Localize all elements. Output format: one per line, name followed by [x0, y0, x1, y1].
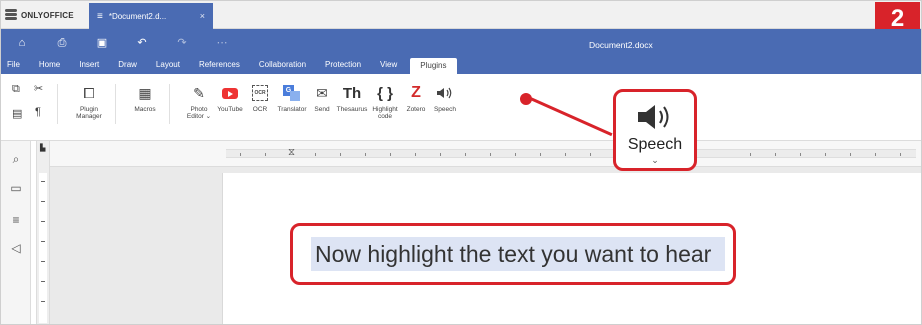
menu-icon: ≡ — [97, 10, 103, 22]
left-sidebar: ⌕ ▭ ≡ ◁ — [1, 141, 31, 324]
tab-stop-selector-icon[interactable]: ▙ — [40, 144, 45, 152]
braces-icon: { } — [377, 84, 393, 102]
navigation-icon[interactable]: ≡ — [8, 213, 24, 227]
ocr-label: OCR — [252, 106, 268, 113]
speaker-icon-large — [638, 105, 669, 129]
highlighted-text[interactable]: Now highlight the text you want to hear — [311, 237, 725, 271]
macros-label: Macros — [134, 106, 156, 113]
ocr-icon: OCR — [252, 85, 268, 101]
plugin-manager-label: Plugin Manager — [76, 106, 102, 120]
plugin-manager-button[interactable]: ⧠ Plugin Manager — [71, 82, 107, 121]
envelope-icon: ✉ — [316, 84, 328, 101]
quick-access-toolbar: ⌂ ⎙ ▣ ↶ ↷ ⋯ — [15, 38, 229, 49]
speech-callout: Speech ⌄ — [613, 89, 697, 171]
speech-callout-label: Speech — [627, 136, 683, 153]
document-title: Document2.docx — [589, 40, 653, 50]
indent-marker-icon[interactable]: ⧖ — [288, 147, 295, 158]
tab-file[interactable]: File — [7, 60, 20, 74]
photo-editor-icon: ✎ — [193, 84, 205, 101]
undo-icon[interactable]: ↶ — [135, 38, 149, 49]
document-tab-title: *Document2.d... — [108, 11, 167, 21]
vertical-ruler — [36, 141, 50, 324]
macros-icon: ▦ — [138, 84, 152, 101]
speech-button[interactable]: Speech — [427, 82, 463, 113]
save-icon[interactable]: ▣ — [95, 38, 109, 49]
tab-home[interactable]: Home — [39, 60, 60, 74]
editor-header: ⌂ ⎙ ▣ ↶ ↷ ⋯ Document2.docx File Home Ins… — [1, 29, 921, 74]
menu-tabs: File Home Insert Draw Layout References … — [7, 57, 457, 74]
annotation-dot — [520, 93, 532, 105]
more-icon[interactable]: ⋯ — [215, 38, 229, 49]
cut-icon[interactable]: ✂ — [34, 82, 43, 95]
thesaurus-button[interactable]: Th Thesaurus — [334, 82, 370, 114]
format-painter-icon[interactable]: ¶ — [35, 106, 41, 118]
brand-name: ONLYOFFICE — [21, 10, 74, 20]
chevron-down-icon: ⌄ — [651, 155, 659, 165]
translator-label: Translator — [277, 106, 307, 113]
thesaurus-label: Thesaurus — [336, 106, 368, 113]
search-icon[interactable]: ⌕ — [8, 152, 24, 167]
zotero-label: Zotero — [406, 106, 426, 113]
tab-draw[interactable]: Draw — [118, 60, 137, 74]
tab-collaboration[interactable]: Collaboration — [259, 60, 306, 74]
translator-icon: G — [283, 85, 301, 101]
puzzle-icon: ⧠ — [83, 84, 95, 101]
tab-plugins[interactable]: Plugins — [410, 58, 457, 74]
title-tab-bar: ONLYOFFICE ≡ *Document2.d... × — [1, 1, 921, 29]
tab-protection[interactable]: Protection — [325, 60, 361, 74]
youtube-label: YouTube — [217, 106, 243, 113]
tab-insert[interactable]: Insert — [79, 60, 99, 74]
macros-button[interactable]: ▦ Macros — [127, 82, 163, 114]
open-file-location-icon[interactable]: ⌂ — [15, 38, 29, 49]
speech-sidebar-icon[interactable]: ◁ — [8, 241, 24, 255]
zotero-icon: Z — [411, 84, 421, 101]
plugins-toolbar: ⧉ ✂ ▤ ¶ ⧠ Plugin Manager ▦ Macros ✎ Phot… — [1, 74, 921, 141]
onlyoffice-logo-icon — [5, 9, 17, 21]
tab-references[interactable]: References — [199, 60, 240, 74]
horizontal-ruler: ⧖ — [50, 141, 921, 167]
youtube-icon — [222, 87, 238, 99]
highlight-code-label: Highlight code — [372, 106, 398, 120]
thesaurus-icon: Th — [342, 84, 362, 102]
document-tab[interactable]: ≡ *Document2.d... × — [89, 3, 213, 29]
instruction-callout: Now highlight the text you want to hear — [290, 223, 736, 285]
tab-layout[interactable]: Layout — [156, 60, 180, 74]
send-label: Send — [314, 106, 330, 113]
ocr-button[interactable]: OCR OCR — [242, 82, 278, 113]
print-icon[interactable]: ⎙ — [55, 38, 69, 49]
comments-icon[interactable]: ▭ — [8, 181, 24, 195]
tab-view[interactable]: View — [380, 60, 397, 74]
brand[interactable]: ONLYOFFICE — [5, 6, 74, 24]
speech-label: Speech — [433, 106, 457, 113]
speaker-icon — [434, 82, 456, 104]
photo-editor-label: Photo Editor ⌄ — [186, 106, 212, 120]
redo-icon[interactable]: ↷ — [175, 38, 189, 49]
copy-icon[interactable]: ⧉ — [12, 83, 20, 96]
paste-icon[interactable]: ▤ — [12, 107, 22, 120]
close-tab-icon[interactable]: × — [200, 11, 205, 21]
